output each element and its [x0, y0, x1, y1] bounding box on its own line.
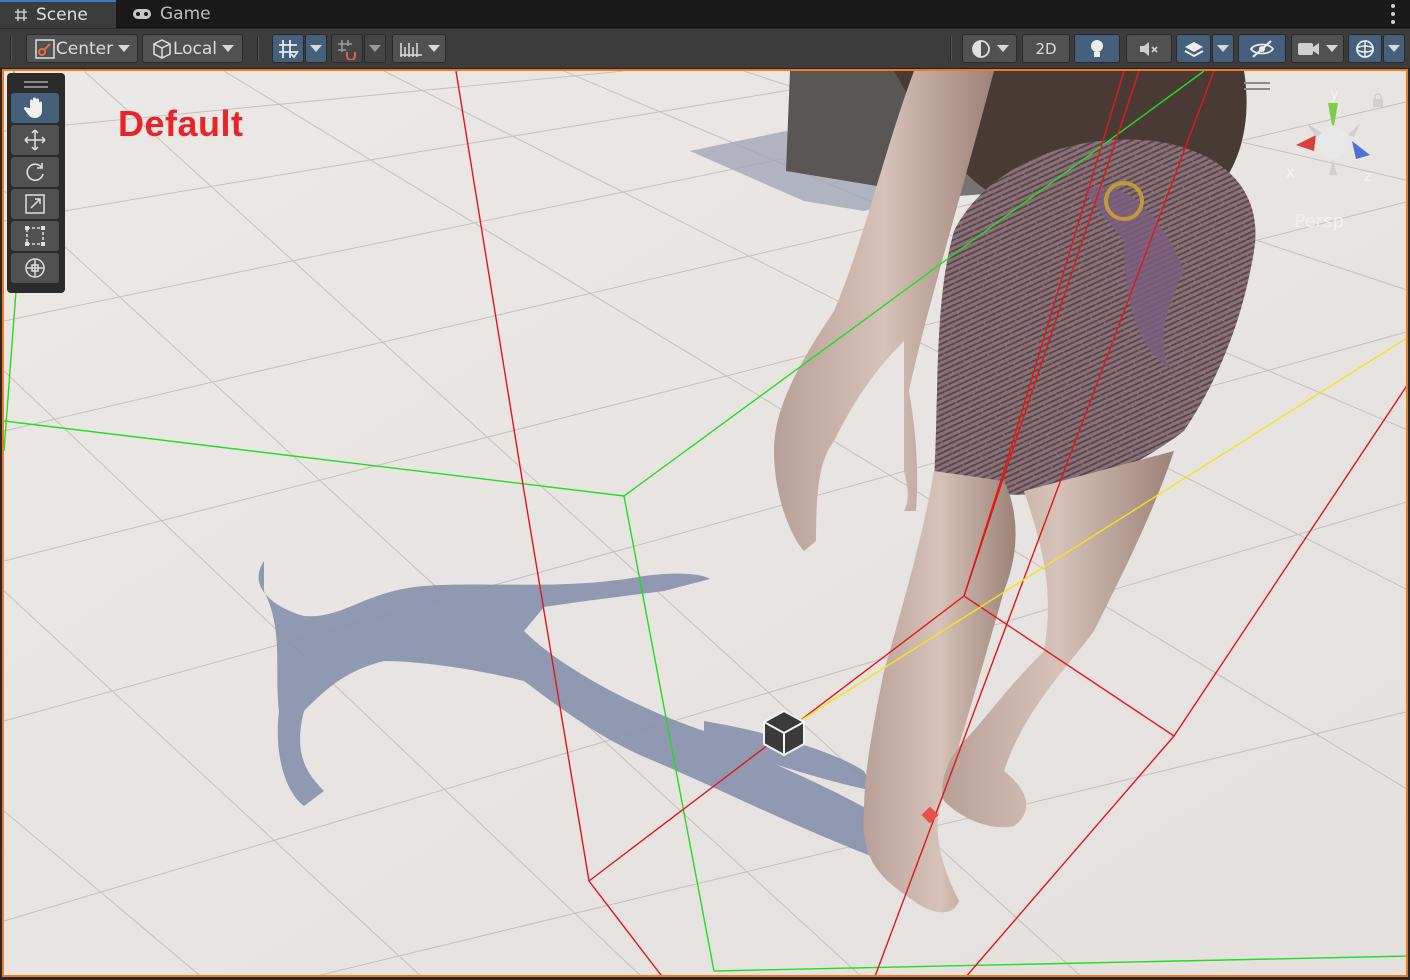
- grid-options-dropdown[interactable]: [305, 34, 327, 63]
- effects-options-dropdown[interactable]: [1212, 34, 1234, 63]
- gizmo-z-label: z: [1364, 167, 1372, 185]
- shaded-sphere-icon: [972, 39, 990, 58]
- audio-muted-icon: [1140, 41, 1158, 56]
- lightbulb-icon: [1091, 39, 1103, 57]
- more-options-icon[interactable]: [1390, 4, 1396, 24]
- tab-bar: Scene Game: [0, 0, 1410, 28]
- view-tool-button[interactable]: [11, 93, 59, 123]
- rotate-tool-button[interactable]: [11, 157, 59, 187]
- effects-layers-icon: [1184, 41, 1203, 57]
- local-cube-icon: [153, 38, 171, 59]
- chevron-down-icon: [997, 45, 1009, 52]
- toolbar-separator: [257, 37, 259, 61]
- chevron-down-icon: [1217, 45, 1229, 52]
- grid-hash-icon: [15, 9, 27, 21]
- chevron-down-icon: [427, 45, 440, 52]
- pivot-center-icon: [35, 38, 55, 59]
- gizmos-toggle-button[interactable]: [1348, 34, 1382, 63]
- snap-options-dropdown[interactable]: [364, 34, 386, 63]
- orientation-gizmo[interactable]: y x z: [1286, 83, 1376, 193]
- camera-icon: [1298, 42, 1319, 55]
- scene-visibility-button[interactable]: [1238, 34, 1286, 63]
- chevron-down-icon: [1388, 45, 1400, 52]
- effects-toggle-button[interactable]: [1176, 34, 1211, 63]
- tab-label: Game: [160, 4, 211, 24]
- rect-tool-button[interactable]: [11, 221, 59, 251]
- toolbar-grip: [10, 37, 12, 61]
- toggle-2d-label: 2D: [1035, 39, 1057, 58]
- scale-icon: [25, 194, 45, 214]
- tab-label: Scene: [36, 5, 88, 25]
- toggle-2d-button[interactable]: 2D: [1022, 34, 1070, 63]
- scale-tool-button[interactable]: [11, 189, 59, 219]
- overlay-menu-icon[interactable]: [1244, 81, 1270, 91]
- hand-icon: [23, 97, 42, 118]
- gizmo-y-label: y: [1330, 85, 1339, 103]
- chevron-down-icon: [310, 45, 322, 52]
- hidden-eye-icon: [1249, 39, 1275, 58]
- gizmo-x-label: x: [1286, 163, 1295, 181]
- pivot-rotation-dropdown[interactable]: Local: [142, 34, 243, 63]
- scene-audio-button[interactable]: [1126, 34, 1172, 63]
- rect-transform-icon: [25, 226, 45, 246]
- snap-magnet-icon: [338, 39, 356, 60]
- draw-mode-dropdown[interactable]: [962, 34, 1017, 63]
- overlay-label: Default: [118, 103, 244, 144]
- grid-snapping-button[interactable]: [331, 34, 363, 63]
- projection-label: Persp: [1294, 211, 1345, 232]
- grid-toggle-icon: [279, 39, 299, 58]
- grid-visibility-button[interactable]: [272, 34, 304, 63]
- game-object-icon: [763, 709, 805, 757]
- scene-viewport[interactable]: Default y x z Persp: [2, 69, 1408, 977]
- rotate-icon: [26, 163, 44, 181]
- lock-icon[interactable]: [1372, 93, 1384, 107]
- transform-tool-button[interactable]: [11, 253, 59, 283]
- scene-lighting-button[interactable]: [1074, 34, 1120, 63]
- scene-render: [4, 71, 1406, 975]
- transform-all-icon: [25, 258, 45, 278]
- pivot-mode-dropdown[interactable]: Center: [26, 34, 138, 63]
- move-tool-button[interactable]: [11, 125, 59, 155]
- gizmo-sphere-icon: [1356, 39, 1374, 58]
- chevron-down-icon: [222, 45, 235, 52]
- projection-toggle[interactable]: Persp: [1295, 211, 1345, 232]
- pivot-mode-label: Center: [55, 38, 114, 59]
- increment-snap-dropdown[interactable]: [392, 34, 446, 63]
- tab-scene[interactable]: Scene: [0, 0, 116, 28]
- chevron-down-icon: [1326, 45, 1338, 52]
- move-arrows-icon: [24, 129, 46, 151]
- chevron-down-icon: [369, 45, 381, 52]
- ruler-icon: [399, 42, 422, 57]
- tool-palette: [7, 73, 65, 293]
- scene-toolbar: Center Local 2D: [0, 29, 1410, 69]
- chevron-down-icon: [118, 45, 131, 52]
- gizmos-options-dropdown[interactable]: [1383, 34, 1405, 63]
- gamepad-icon: [133, 9, 151, 19]
- pivot-rotation-label: Local: [172, 38, 218, 59]
- toolbar-separator: [950, 37, 952, 61]
- tab-game[interactable]: Game: [118, 0, 228, 28]
- palette-grip[interactable]: [11, 77, 61, 91]
- scene-camera-dropdown[interactable]: [1291, 34, 1344, 63]
